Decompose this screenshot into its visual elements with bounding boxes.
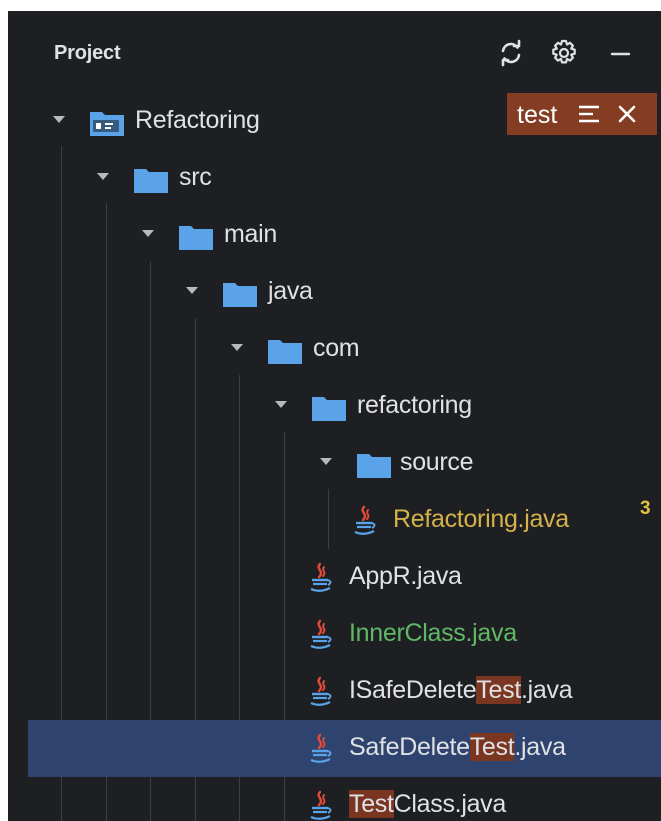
- sync-icon[interactable]: [495, 37, 527, 69]
- folder-icon: [134, 169, 168, 193]
- tree-node-refactoring-folder[interactable]: refactoring: [8, 378, 661, 435]
- tree-node-label: source: [400, 448, 474, 476]
- tree-node-label: src: [179, 163, 212, 191]
- module-folder-icon: [90, 112, 124, 136]
- tree-node-java-folder[interactable]: java: [8, 264, 661, 321]
- chevron-down-icon[interactable]: [319, 457, 333, 467]
- tree-node-label: java: [268, 277, 313, 305]
- filter-text: test: [517, 101, 558, 129]
- tree-node-refactoring-java[interactable]: Refactoring.java: [8, 492, 661, 549]
- java-file-icon: [310, 676, 332, 706]
- java-file-icon: [310, 790, 332, 820]
- tree-node-appr-java[interactable]: AppR.java: [8, 549, 661, 606]
- java-file-icon: [310, 562, 332, 592]
- tree-node-testclass-java[interactable]: TestClass.java: [8, 777, 661, 821]
- tree-node-com-folder[interactable]: com: [8, 321, 661, 378]
- folder-icon: [223, 283, 257, 307]
- label-text: .java: [514, 733, 566, 761]
- speed-search-filter[interactable]: test: [507, 93, 657, 135]
- tree-node-label: main: [224, 220, 277, 248]
- chevron-down-icon[interactable]: [96, 172, 110, 182]
- close-icon[interactable]: [617, 104, 637, 124]
- tool-window-title: Project: [54, 42, 121, 64]
- chevron-down-icon[interactable]: [185, 286, 199, 296]
- tree-node-source-folder[interactable]: source: [8, 435, 661, 492]
- minimize-icon[interactable]: [604, 37, 636, 69]
- search-match-highlight: Test: [469, 733, 515, 761]
- java-file-icon: [310, 733, 332, 763]
- folder-icon: [179, 226, 213, 250]
- tree-node-label: refactoring: [357, 391, 472, 419]
- tree-node-label: SafeDeleteTest.java: [349, 733, 566, 762]
- label-text: SafeDelete: [349, 733, 470, 761]
- chevron-down-icon[interactable]: [52, 115, 66, 125]
- chevron-down-icon[interactable]: [274, 400, 288, 410]
- folder-icon: [357, 454, 391, 478]
- tree-node-isafedeletetest-java[interactable]: ISafeDeleteTest.java: [8, 663, 661, 720]
- filter-options-icon[interactable]: [577, 104, 601, 124]
- tree-node-label: com: [313, 334, 360, 362]
- label-text: Class.java: [393, 790, 507, 818]
- label-text: .java: [521, 676, 573, 704]
- folder-icon: [268, 340, 302, 364]
- search-match-highlight: Test: [349, 790, 394, 818]
- tree-node-label: AppR.java: [349, 562, 462, 590]
- tree-node-innerclass-java[interactable]: InnerClass.java: [8, 606, 661, 663]
- search-match-highlight: Test: [476, 676, 521, 704]
- tree-node-src-folder[interactable]: src: [8, 150, 661, 207]
- label-text: ISafeDelete: [349, 676, 477, 704]
- tool-window-header: Project: [8, 11, 661, 93]
- chevron-down-icon[interactable]: [141, 229, 155, 239]
- folder-icon: [312, 397, 346, 421]
- tree-node-safedeletetest-java[interactable]: SafeDeleteTest.java: [28, 720, 661, 777]
- tree-node-label: TestClass.java: [349, 790, 506, 819]
- tree-node-label: InnerClass.java: [349, 619, 517, 647]
- gear-icon[interactable]: [548, 37, 580, 69]
- tree-node-label: Refactoring: [135, 106, 260, 134]
- tree-node-label: Refactoring.java: [393, 505, 569, 533]
- tree-node-main-folder[interactable]: main: [8, 207, 661, 264]
- tree-node-label: ISafeDeleteTest.java: [349, 676, 573, 705]
- java-file-icon: [310, 619, 332, 649]
- chevron-down-icon[interactable]: [230, 343, 244, 353]
- java-file-icon: [354, 505, 376, 535]
- problem-count-badge: 3: [640, 498, 651, 519]
